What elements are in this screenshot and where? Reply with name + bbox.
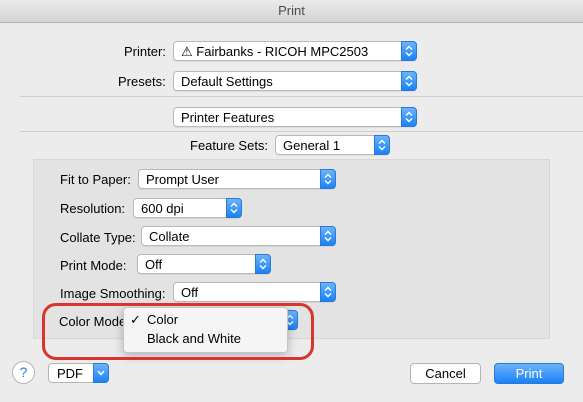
popup-stepper-icon xyxy=(320,226,336,246)
annotation-highlight xyxy=(42,303,314,360)
print-mode-popup[interactable]: Off xyxy=(137,254,271,274)
section-value: Printer Features xyxy=(181,110,275,125)
window-title-bar: Print xyxy=(0,0,583,23)
popup-stepper-icon xyxy=(401,107,417,127)
pdf-menu-button[interactable]: PDF xyxy=(48,363,109,383)
popup-stepper-icon xyxy=(401,41,417,61)
collate-type-popup[interactable]: Collate xyxy=(141,226,336,246)
separator xyxy=(20,131,583,132)
presets-popup[interactable]: Default Settings xyxy=(173,71,417,91)
section-popup[interactable]: Printer Features xyxy=(173,107,417,127)
popup-stepper-icon xyxy=(255,254,271,274)
feature-sets-label: Feature Sets: xyxy=(190,138,269,153)
help-icon: ? xyxy=(19,364,28,380)
cancel-label: Cancel xyxy=(425,366,466,381)
image-smoothing-popup[interactable]: Off xyxy=(173,282,336,302)
collate-type-label: Collate Type: xyxy=(60,230,136,245)
chevron-down-icon xyxy=(93,363,109,383)
collate-type-value: Collate xyxy=(149,229,190,244)
resolution-popup[interactable]: 600 dpi xyxy=(133,198,242,218)
fit-to-paper-value: Prompt User xyxy=(146,172,219,187)
feature-sets-popup[interactable]: General 1 xyxy=(275,135,390,155)
resolution-label: Resolution: xyxy=(60,201,126,216)
help-button[interactable]: ? xyxy=(12,361,35,384)
fit-to-paper-popup[interactable]: Prompt User xyxy=(138,169,336,189)
presets-label: Presets: xyxy=(118,74,166,89)
resolution-value: 600 dpi xyxy=(141,201,184,216)
image-smoothing-label: Image Smoothing: xyxy=(60,286,166,301)
popup-stepper-icon xyxy=(226,198,242,218)
separator xyxy=(20,96,583,97)
popup-stepper-icon xyxy=(401,71,417,91)
popup-stepper-icon xyxy=(320,169,336,189)
warning-icon: ⚠ xyxy=(181,44,193,59)
cancel-button[interactable]: Cancel xyxy=(410,363,481,384)
feature-sets-value: General 1 xyxy=(283,138,341,153)
fit-to-paper-label: Fit to Paper: xyxy=(60,172,131,187)
pdf-label: PDF xyxy=(57,366,83,381)
print-label: Print xyxy=(515,366,543,381)
popup-stepper-icon xyxy=(374,135,390,155)
printer-value: Fairbanks - RICOH MPC2503 xyxy=(196,44,369,59)
printer-label: Printer: xyxy=(124,44,166,59)
print-mode-label: Print Mode: xyxy=(60,258,127,273)
print-button[interactable]: Print xyxy=(494,363,564,384)
print-mode-value: Off xyxy=(145,257,163,272)
popup-stepper-icon xyxy=(320,282,336,302)
image-smoothing-value: Off xyxy=(181,285,199,300)
window-title: Print xyxy=(278,3,305,18)
printer-popup[interactable]: ⚠ Fairbanks - RICOH MPC2503 xyxy=(173,41,417,61)
presets-value: Default Settings xyxy=(181,74,273,89)
